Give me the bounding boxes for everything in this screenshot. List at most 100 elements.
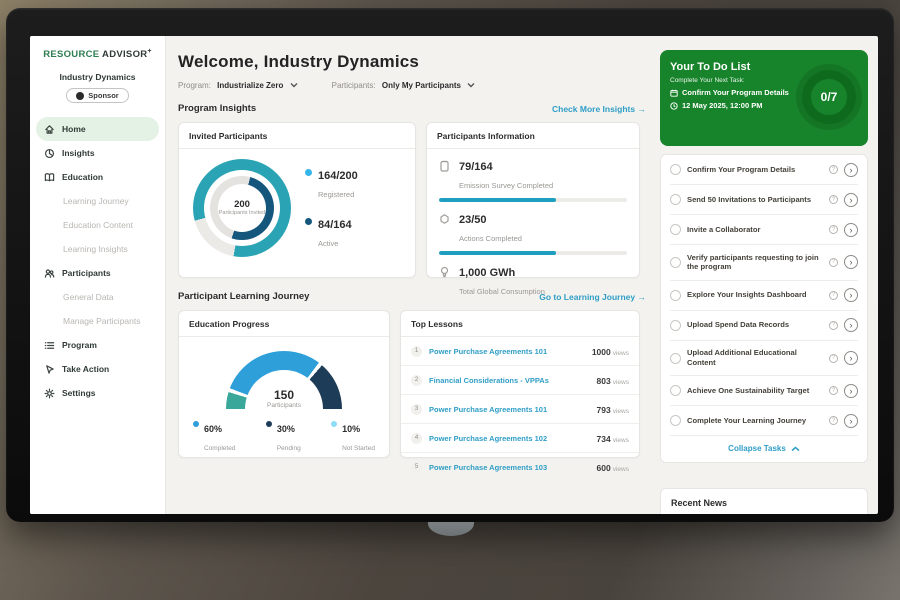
todo-column: Your To Do List Complete Your Next Task:…: [660, 36, 868, 514]
lesson-row: 5 Power Purchase Agreements 103 600views: [401, 453, 639, 481]
task-checkbox[interactable]: [670, 415, 681, 426]
help-icon[interactable]: ?: [829, 258, 838, 267]
donut-center-value: 200: [234, 199, 250, 210]
chevron-right-icon[interactable]: ›: [844, 255, 858, 269]
main-content: Welcome, Industry Dynamics Program: Indu…: [166, 36, 660, 514]
chevron-right-icon[interactable]: ›: [844, 351, 858, 365]
sidebar-nav: Home Insights Education Learning Journey…: [30, 117, 165, 405]
help-icon[interactable]: ?: [829, 291, 838, 300]
sidebar-item-program[interactable]: Program: [30, 333, 165, 357]
sidebar-item-take-action[interactable]: Take Action: [30, 357, 165, 381]
sidebar-item-learning-journey[interactable]: Learning Journey: [30, 189, 165, 213]
task-row[interactable]: Confirm Your Program Details ? ›: [670, 155, 858, 185]
sidebar-item-insights[interactable]: Insights: [30, 141, 165, 165]
sidebar-item-label: Manage Participants: [63, 316, 141, 326]
page-title: Welcome, Industry Dynamics: [178, 52, 646, 72]
help-icon[interactable]: ?: [829, 321, 838, 330]
todo-progress-ring: 0/7: [802, 70, 856, 124]
lesson-link[interactable]: Power Purchase Agreements 101: [429, 347, 585, 356]
chevron-right-icon[interactable]: ›: [844, 193, 858, 207]
section-title: Program Insights: [178, 103, 256, 114]
lesson-link[interactable]: Power Purchase Agreements 101: [429, 405, 590, 414]
sidebar-item-label: Participants: [62, 268, 111, 278]
help-icon[interactable]: ?: [829, 354, 838, 363]
metric-actions: 23/50 Actions Completed: [439, 210, 627, 246]
task-checkbox[interactable]: [670, 320, 681, 331]
rank-badge: 3: [411, 404, 422, 415]
card-title: Participants Information: [427, 123, 639, 149]
collapse-tasks-link[interactable]: Collapse Tasks: [670, 436, 858, 462]
task-row[interactable]: Upload Additional Educational Content ? …: [670, 341, 858, 377]
sidebar-item-label: Learning Journey: [63, 196, 129, 206]
sidebar: RESOURCE ADVISOR+ Industry Dynamics Spon…: [30, 36, 166, 514]
emission-progress-bar: [439, 198, 627, 202]
task-checkbox[interactable]: [670, 257, 681, 268]
sidebar-item-home[interactable]: Home: [36, 117, 159, 141]
recent-news-title: Recent News: [661, 489, 867, 514]
task-row[interactable]: Achieve One Sustainability Target ? ›: [670, 376, 858, 406]
chevron-right-icon[interactable]: ›: [844, 318, 858, 332]
task-checkbox[interactable]: [670, 353, 681, 364]
chevron-right-icon[interactable]: ›: [844, 288, 858, 302]
legend-pending: 30% Pending: [266, 419, 301, 455]
task-checkbox[interactable]: [670, 194, 681, 205]
sidebar-item-general-data[interactable]: General Data: [30, 285, 165, 309]
invited-participants-card: Invited Participants 200 Participants In…: [178, 122, 416, 278]
gauge-center-label: Participants: [267, 402, 301, 409]
sidebar-item-education[interactable]: Education: [30, 165, 165, 189]
legend-active: 84/164 Active: [305, 215, 358, 251]
task-row[interactable]: Complete Your Learning Journey ? ›: [670, 406, 858, 436]
chevron-right-icon[interactable]: ›: [844, 223, 858, 237]
task-row[interactable]: Verify participants requesting to join t…: [670, 245, 858, 281]
sidebar-item-participants[interactable]: Participants: [30, 261, 165, 285]
participants-filter[interactable]: Participants: Only My Participants: [332, 81, 476, 90]
task-row[interactable]: Invite a Collaborator ? ›: [670, 215, 858, 245]
todo-summary-card: Your To Do List Complete Your Next Task:…: [660, 50, 868, 146]
arrow-right-icon: →: [638, 292, 647, 302]
chevron-right-icon[interactable]: ›: [844, 163, 858, 177]
lesson-link[interactable]: Financial Considerations - VPPAs: [429, 376, 590, 385]
education-gauge-chart: 150 Participants: [226, 351, 342, 409]
lesson-link[interactable]: Power Purchase Agreements 103: [429, 463, 590, 472]
gauge-center-value: 150: [274, 388, 294, 402]
help-icon[interactable]: ?: [829, 225, 838, 234]
help-icon[interactable]: ?: [829, 165, 838, 174]
task-checkbox[interactable]: [670, 224, 681, 235]
task-checkbox[interactable]: [670, 385, 681, 396]
task-row[interactable]: Upload Spend Data Records ? ›: [670, 311, 858, 341]
sidebar-item-education-content[interactable]: Education Content: [30, 213, 165, 237]
help-icon[interactable]: ?: [829, 386, 838, 395]
chevron-up-icon: [791, 446, 800, 452]
help-icon[interactable]: ?: [829, 416, 838, 425]
sidebar-item-label: Education Content: [63, 220, 133, 230]
sidebar-item-learning-insights[interactable]: Learning Insights: [30, 237, 165, 261]
go-to-learning-journey-link[interactable]: Go to Learning Journey →: [539, 292, 646, 302]
lightbulb-icon: [439, 263, 451, 299]
chevron-right-icon[interactable]: ›: [844, 414, 858, 428]
logo-plus: +: [147, 48, 151, 55]
lesson-link[interactable]: Power Purchase Agreements 102: [429, 434, 590, 443]
help-icon[interactable]: ?: [829, 195, 838, 204]
check-more-insights-link[interactable]: Check More Insights →: [552, 104, 646, 114]
program-filter[interactable]: Program: Industrialize Zero: [178, 81, 298, 90]
chevron-down-icon: [290, 81, 298, 90]
actions-progress-bar: [439, 251, 627, 255]
home-icon: [44, 124, 55, 135]
card-title: Top Lessons: [401, 311, 639, 337]
cursor-action-icon: [44, 364, 55, 375]
chevron-right-icon[interactable]: ›: [844, 384, 858, 398]
program-filter-value: Industrialize Zero: [217, 81, 283, 90]
sidebar-item-label: Insights: [62, 148, 95, 158]
task-checkbox[interactable]: [670, 290, 681, 301]
task-row[interactable]: Explore Your Insights Dashboard ? ›: [670, 281, 858, 311]
sidebar-item-manage-participants[interactable]: Manage Participants: [30, 309, 165, 333]
sponsor-badge[interactable]: Sponsor: [66, 88, 128, 103]
sidebar-item-settings[interactable]: Settings: [30, 381, 165, 405]
task-checkbox[interactable]: [670, 164, 681, 175]
task-row[interactable]: Send 50 Invitations to Participants ? ›: [670, 185, 858, 215]
top-lessons-card: Top Lessons 1 Power Purchase Agreements …: [400, 310, 640, 458]
action-icon: [439, 210, 451, 246]
learning-journey-header: Participant Learning Journey Go to Learn…: [178, 291, 646, 302]
insights-icon: [44, 148, 55, 159]
lesson-row: 4 Power Purchase Agreements 102 734views: [401, 424, 639, 453]
